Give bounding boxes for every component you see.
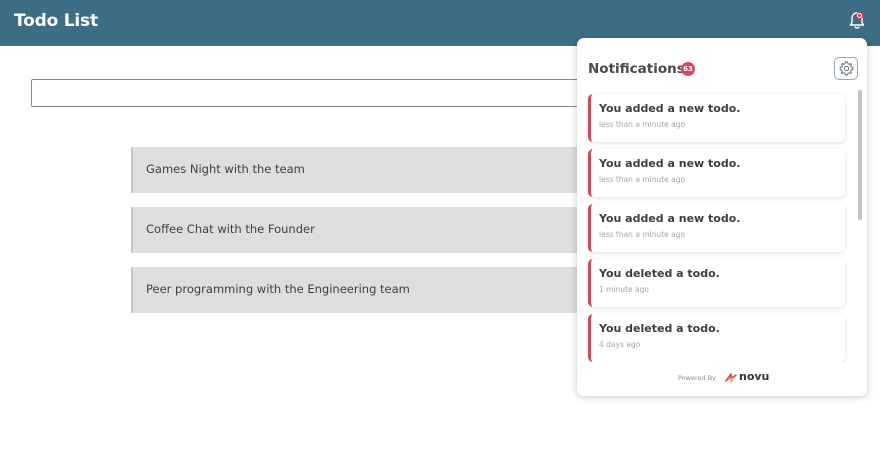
novu-logo-icon bbox=[725, 373, 737, 383]
notification-item[interactable]: You added a new todo. less than a minute… bbox=[588, 149, 845, 197]
powered-by-label: Powered By bbox=[678, 374, 717, 382]
notification-list: You added a new todo. less than a minute… bbox=[577, 38, 867, 396]
todo-input[interactable] bbox=[31, 79, 591, 107]
todo-item[interactable]: Coffee Chat with the Founder bbox=[131, 207, 591, 253]
todo-text: Games Night with the team bbox=[146, 162, 305, 176]
notification-item[interactable]: You deleted a todo. 4 days ago bbox=[588, 314, 845, 362]
notification-title: You added a new todo. bbox=[599, 157, 741, 170]
unread-indicator bbox=[856, 12, 863, 19]
notification-time: 1 minute ago bbox=[599, 285, 649, 294]
novu-brand: novu bbox=[739, 370, 770, 383]
notification-title: You added a new todo. bbox=[599, 212, 741, 225]
notification-time: less than a minute ago bbox=[599, 120, 686, 129]
notification-item[interactable]: You added a new todo. less than a minute… bbox=[588, 204, 845, 252]
notification-title: You deleted a todo. bbox=[599, 322, 720, 335]
notification-time: less than a minute ago bbox=[599, 175, 686, 184]
todo-item[interactable]: Games Night with the team bbox=[131, 147, 591, 193]
notification-item[interactable]: You deleted a todo. 1 minute ago bbox=[588, 259, 845, 307]
scrollbar-thumb[interactable] bbox=[858, 90, 862, 220]
notification-time: less than a minute ago bbox=[599, 230, 686, 239]
todo-item[interactable]: Peer programming with the Engineering te… bbox=[131, 267, 591, 313]
todo-text: Peer programming with the Engineering te… bbox=[146, 282, 410, 296]
app-title: Todo List bbox=[14, 11, 98, 31]
todo-text: Coffee Chat with the Founder bbox=[146, 222, 315, 236]
notification-item[interactable]: You added a new todo. less than a minute… bbox=[588, 94, 845, 142]
notification-title: You added a new todo. bbox=[599, 102, 741, 115]
notifications-panel: Notifications 63 You added a new todo. l… bbox=[577, 38, 867, 396]
notification-title: You deleted a todo. bbox=[599, 267, 720, 280]
panel-footer: Powered By novu bbox=[577, 362, 867, 396]
notification-time: 4 days ago bbox=[599, 340, 641, 349]
